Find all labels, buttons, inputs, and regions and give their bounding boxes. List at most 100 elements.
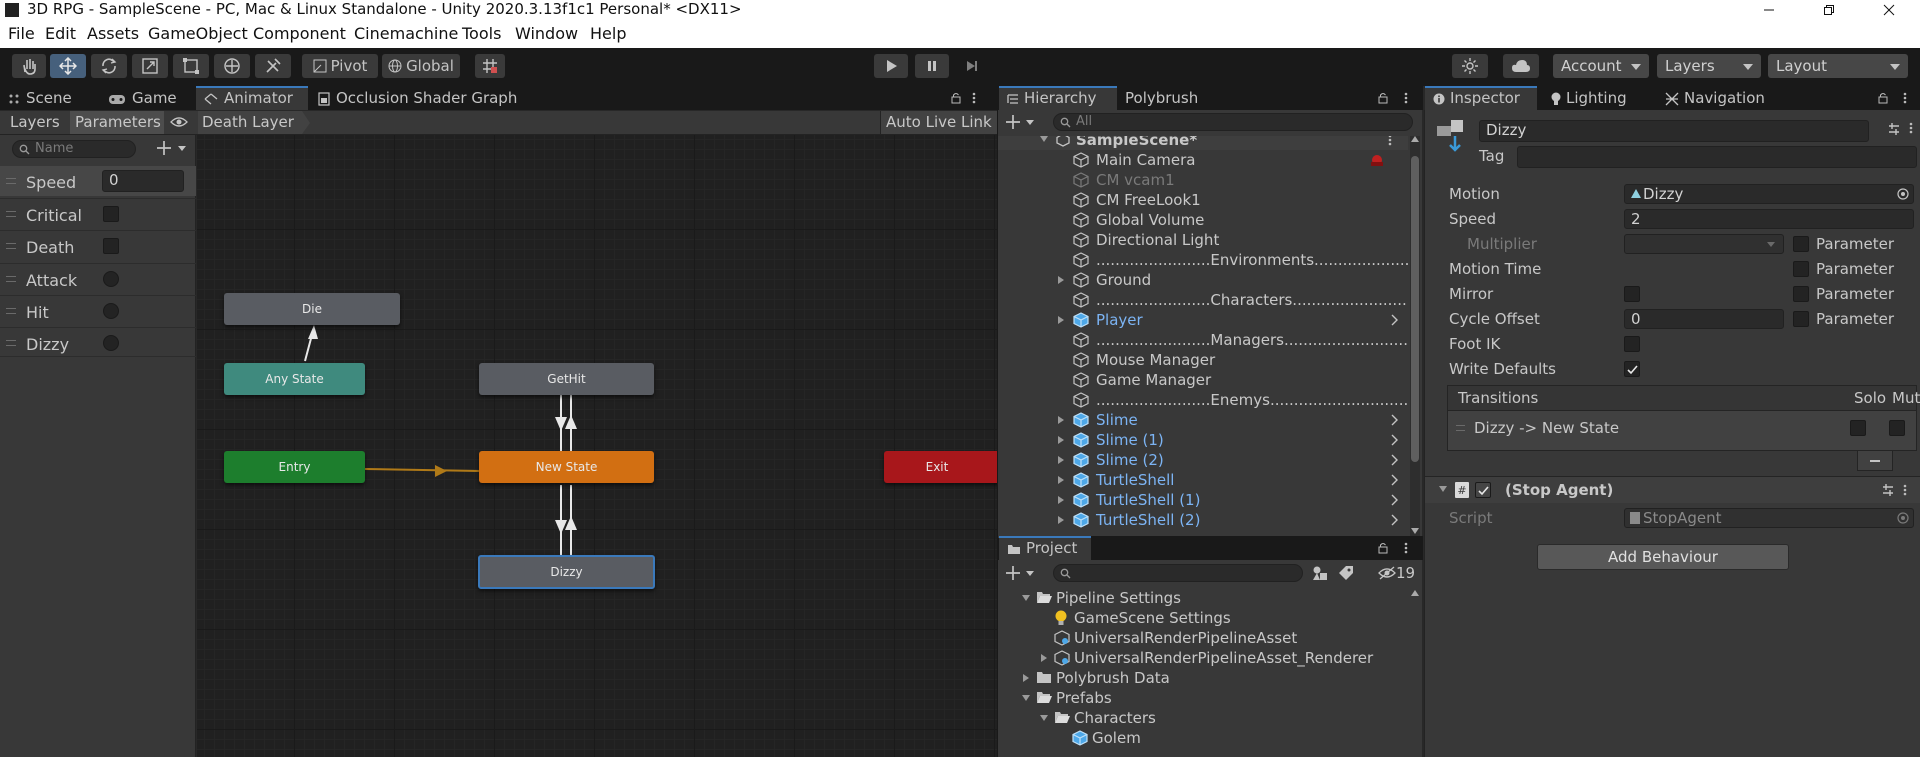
hierarchy-item[interactable]: Slime (1) [998,430,1408,450]
drag-handle-icon[interactable] [1456,425,1465,431]
tab-occlusion-shader-graph[interactable]: Occlusion Shader Graph [310,86,530,110]
play-button[interactable] [874,54,908,78]
hierarchy-item[interactable]: Directional Light [998,230,1408,250]
param-death-checkbox[interactable] [103,238,119,254]
chevron-right-icon[interactable] [1390,314,1398,326]
stop-agent-header[interactable]: # (Stop Agent) [1425,477,1920,503]
write-defaults-checkbox[interactable] [1624,361,1640,377]
tab-game[interactable]: Game [100,86,196,110]
hierarchy-item[interactable]: Game Manager [998,370,1408,390]
project-item[interactable]: Characters [998,708,1408,728]
hierarchy-item[interactable]: Slime (2) [998,450,1408,470]
chevron-right-icon[interactable] [1390,434,1398,446]
transform-tool-icon[interactable] [214,54,250,78]
chevron-right-icon[interactable] [1390,494,1398,506]
hierarchy-item[interactable]: Mouse Manager [998,350,1408,370]
preset-icon[interactable] [1887,122,1901,136]
param-dizzy-row[interactable]: Dizzy [0,327,196,357]
object-picker-icon[interactable] [1897,512,1909,524]
param-death-row[interactable]: Death [0,230,196,260]
drag-handle-icon[interactable] [6,178,16,184]
state-die[interactable]: Die [224,293,400,325]
visibility-eye-icon[interactable] [170,115,188,129]
drag-handle-icon[interactable] [6,211,16,217]
transition-item[interactable]: Dizzy -> New State [1448,411,1916,447]
project-item[interactable]: Polybrush Data [998,668,1408,688]
menu-file[interactable]: File [8,25,35,43]
cycle-offset-field[interactable]: 0 [1624,309,1784,329]
scroll-down-icon[interactable] [1410,528,1420,536]
chevron-right-icon[interactable] [1390,514,1398,526]
filter-by-type-icon[interactable] [1312,565,1328,581]
lock-icon[interactable] [1877,92,1889,104]
more-menu-icon[interactable] [1903,92,1907,104]
fold-closed-icon[interactable] [1058,436,1064,444]
state-entry[interactable]: Entry [224,451,365,483]
cloud-icon[interactable] [1503,54,1539,78]
param-attack-row[interactable]: Attack [0,263,196,293]
fold-closed-icon[interactable] [1023,674,1029,682]
chevron-right-icon[interactable] [1390,414,1398,426]
fold-open-icon[interactable] [1439,486,1447,492]
state-exit[interactable]: Exit [884,451,997,483]
menu-tools[interactable]: Tools [462,25,501,43]
menu-window[interactable]: Window [515,25,578,43]
hierarchy-item[interactable]: ........................Characters......… [998,290,1408,310]
fold-closed-icon[interactable] [1058,276,1064,284]
account-dropdown[interactable]: Account [1553,54,1649,78]
transition-solo-checkbox[interactable] [1850,420,1866,436]
component-menu-icon[interactable] [1903,484,1907,496]
scale-tool-icon[interactable] [132,54,168,78]
tab-inspector[interactable]: Inspector [1425,86,1537,110]
drag-handle-icon[interactable] [6,276,16,282]
fold-open-icon[interactable] [1040,136,1048,142]
mirror-parameter-checkbox[interactable] [1793,286,1809,302]
transition-entry-to-newstate[interactable] [364,468,480,472]
param-critical-row[interactable]: Critical [0,198,196,228]
add-parameter-button[interactable] [156,139,190,157]
scroll-up-icon[interactable] [1410,136,1420,144]
project-search-input[interactable] [1053,564,1303,582]
layers-dropdown[interactable]: Layers [1657,54,1761,78]
menu-edit[interactable]: Edit [45,25,76,43]
script-field[interactable]: StopAgent [1624,508,1914,528]
drag-handle-icon[interactable] [6,308,16,314]
chevron-right-icon[interactable] [1390,474,1398,486]
tab-project[interactable]: Project [999,536,1091,560]
pivot-toggle[interactable]: Pivot [302,54,378,78]
state-new-state[interactable]: New State [479,451,654,483]
hierarchy-item[interactable]: CM vcam1 [998,170,1408,190]
move-tool-icon[interactable] [50,54,86,78]
fold-open-icon[interactable] [1040,715,1048,721]
hand-tool-icon[interactable] [12,54,46,78]
more-menu-icon[interactable] [1404,92,1408,104]
step-button[interactable] [955,54,989,78]
fold-closed-icon[interactable] [1058,416,1064,424]
param-speed-row[interactable]: Speed 0 [0,166,196,196]
fold-closed-icon[interactable] [1058,456,1064,464]
param-attack-trigger[interactable] [103,271,119,287]
scene-row[interactable]: SampleScene* [998,136,1408,150]
parameters-tab[interactable]: Parameters [70,111,164,134]
drag-handle-icon[interactable] [6,340,16,346]
hierarchy-item[interactable]: ........................Environments....… [998,250,1408,270]
param-speed-value-field[interactable]: 0 [102,170,184,192]
hierarchy-item[interactable]: Ground [998,270,1408,290]
fold-closed-icon[interactable] [1058,496,1064,504]
menu-assets[interactable]: Assets [87,25,139,43]
tab-lighting[interactable]: Lighting [1543,86,1645,110]
chevron-right-icon[interactable] [1390,454,1398,466]
animator-graph[interactable]: Die Any State GetHit Entry New State Exi… [197,135,997,757]
fold-closed-icon[interactable] [1058,476,1064,484]
scene-menu-icon[interactable] [1388,136,1392,146]
fold-closed-icon[interactable] [1058,316,1064,324]
hierarchy-item[interactable]: ........................Enemys..........… [998,390,1408,410]
hierarchy-scroll-thumb[interactable] [1411,156,1419,462]
more-menu-icon[interactable] [972,92,976,104]
param-hit-trigger[interactable] [103,303,119,319]
menu-component[interactable]: Component [253,25,346,43]
hierarchy-item[interactable]: TurtleShell (2) [998,510,1408,530]
multiplier-dropdown[interactable] [1624,234,1784,254]
hierarchy-item[interactable]: Global Volume [998,210,1408,230]
motion-field[interactable]: Dizzy [1624,184,1914,204]
